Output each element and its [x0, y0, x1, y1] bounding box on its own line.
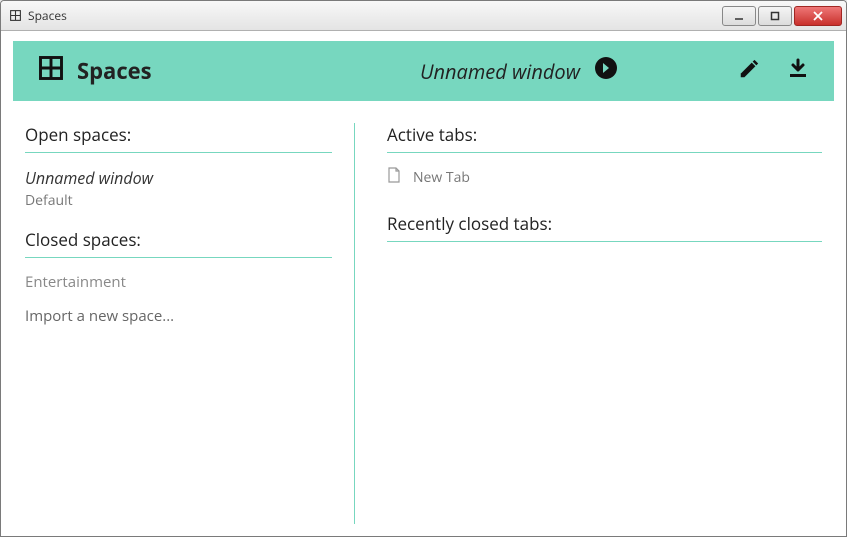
file-icon — [387, 167, 401, 188]
space-subtitle: Default — [25, 191, 332, 210]
space-name: Entertainment — [25, 272, 126, 292]
header-actions — [738, 57, 810, 86]
active-tabs-heading: Active tabs: — [387, 123, 822, 153]
open-space-item[interactable]: Unnamed window Default — [25, 167, 332, 210]
maximize-button[interactable] — [758, 6, 792, 26]
grid-icon — [37, 54, 65, 89]
edit-button[interactable] — [738, 58, 760, 85]
tabs-pane: Active tabs: New Tab Recently closed tab… — [355, 123, 822, 524]
window-title: Spaces — [28, 7, 67, 24]
spaces-pane: Open spaces: Unnamed window Default Clos… — [25, 123, 355, 524]
app-window: Spaces Spaces — [0, 0, 847, 537]
current-window-switcher[interactable]: Unnamed window — [420, 56, 618, 86]
download-icon — [786, 57, 810, 86]
space-name: Unnamed window — [25, 167, 332, 189]
close-button[interactable] — [794, 6, 842, 26]
open-spaces-heading: Open spaces: — [25, 123, 332, 153]
tab-item[interactable]: New Tab — [387, 167, 822, 188]
closed-spaces-heading: Closed spaces: — [25, 228, 332, 258]
minimize-button[interactable] — [722, 6, 756, 26]
window-controls — [722, 6, 842, 26]
import-space-link[interactable]: Import a new space... — [25, 306, 332, 326]
closed-space-item[interactable]: Entertainment — [25, 272, 332, 292]
content-area: Spaces Unnamed window — [1, 31, 846, 536]
pencil-icon — [738, 58, 760, 85]
main-panes: Open spaces: Unnamed window Default Clos… — [13, 101, 834, 524]
app-name: Spaces — [77, 56, 152, 86]
tab-title: New Tab — [413, 168, 470, 187]
arrow-right-circle-icon — [594, 56, 618, 86]
grid-icon — [9, 9, 22, 22]
download-button[interactable] — [786, 57, 810, 86]
current-window-name: Unnamed window — [420, 58, 580, 85]
recently-closed-heading: Recently closed tabs: — [387, 212, 822, 242]
titlebar[interactable]: Spaces — [1, 1, 846, 31]
app-header: Spaces Unnamed window — [13, 41, 834, 101]
app-logo: Spaces — [37, 54, 152, 89]
